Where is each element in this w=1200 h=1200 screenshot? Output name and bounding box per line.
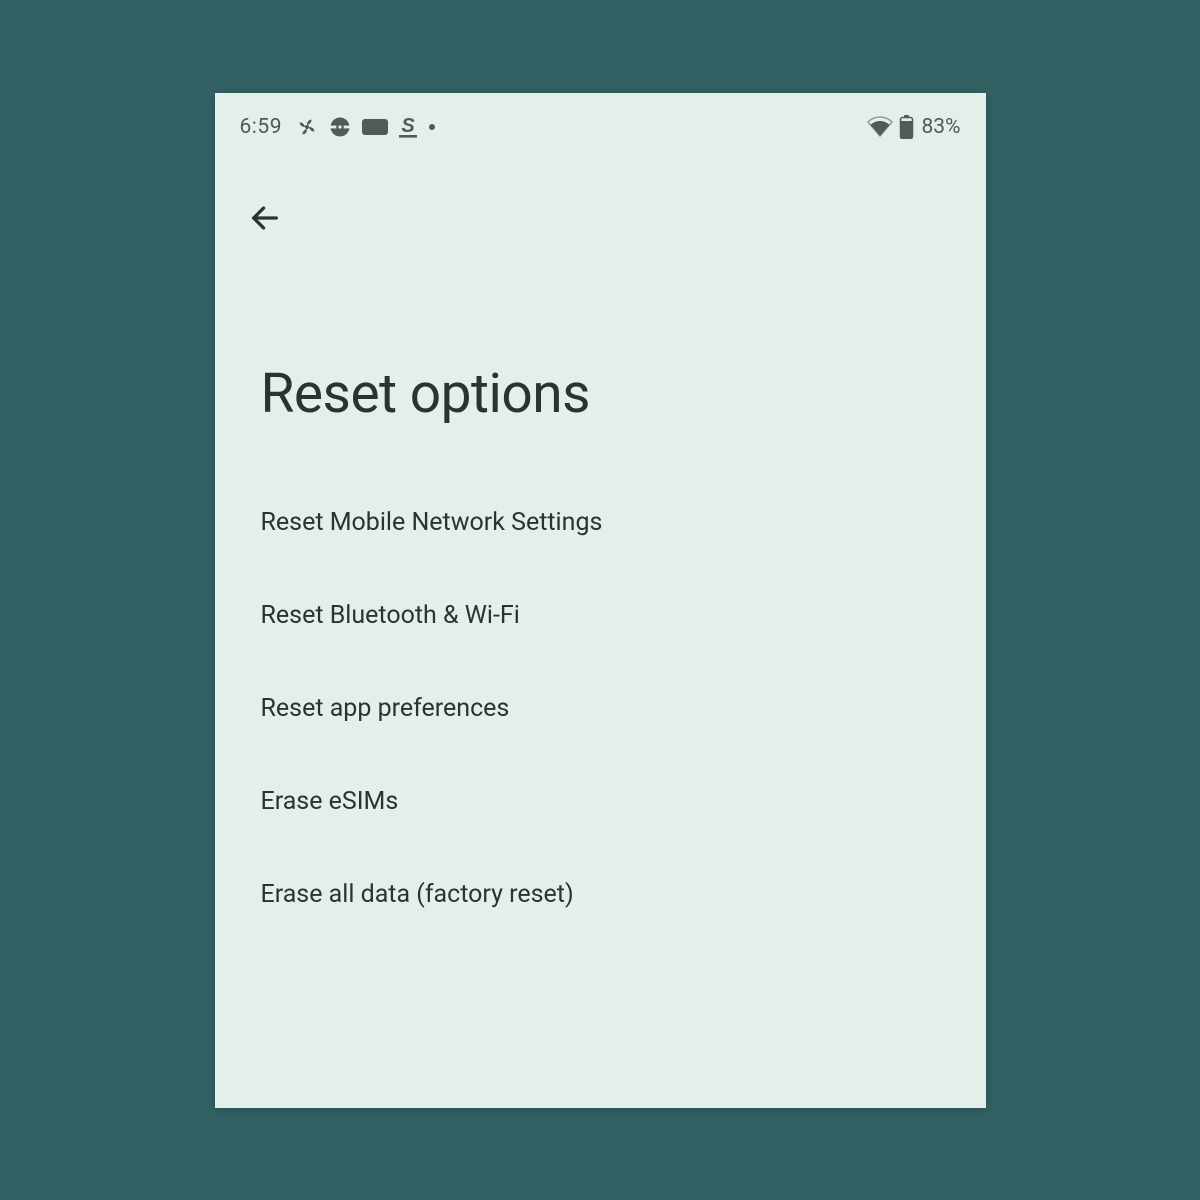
option-label: Erase eSIMs [261,787,399,816]
arrow-left-icon [248,201,282,239]
option-label: Reset app preferences [261,694,510,723]
device-screen: 6:59 [215,93,986,1108]
status-bar-right: 83% [867,115,961,139]
option-reset-bluetooth-wifi[interactable]: Reset Bluetooth & Wi-Fi [215,569,986,662]
status-clock: 6:59 [240,115,283,139]
s-icon: S [398,115,418,139]
battery-icon [899,115,914,139]
status-bar-left: 6:59 [240,115,437,139]
page-title: Reset options [215,242,986,476]
back-button[interactable] [243,198,287,242]
battery-percent: 83% [922,115,961,139]
option-label: Erase all data (factory reset) [261,880,574,909]
option-label: Reset Mobile Network Settings [261,508,603,537]
svg-text:S: S [401,115,415,137]
toolbar [215,148,986,242]
fan-icon [296,116,318,138]
option-erase-all-data[interactable]: Erase all data (factory reset) [215,848,986,941]
wifi-icon [867,116,893,138]
option-erase-esims[interactable]: Erase eSIMs [215,755,986,848]
pokeball-icon [328,115,352,139]
option-reset-mobile-network[interactable]: Reset Mobile Network Settings [215,476,986,569]
rectangle-icon [362,118,388,136]
option-label: Reset Bluetooth & Wi-Fi [261,601,520,630]
option-reset-app-preferences[interactable]: Reset app preferences [215,662,986,755]
dot-icon [428,123,436,131]
status-bar: 6:59 [215,93,986,148]
options-list: Reset Mobile Network Settings Reset Blue… [215,476,986,941]
